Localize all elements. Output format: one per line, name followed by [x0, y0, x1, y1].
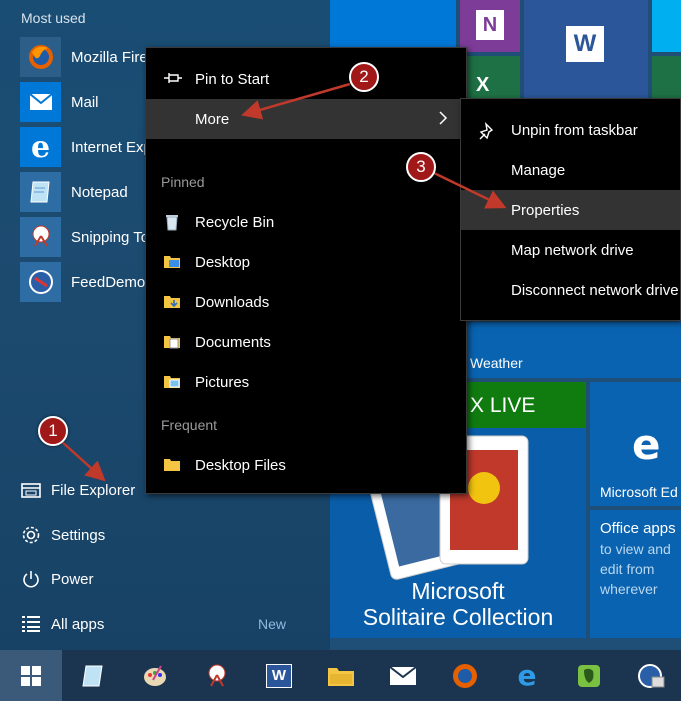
- arrow-2: [241, 82, 351, 120]
- arrow-3: [431, 170, 507, 209]
- annotation-marker-1: 1: [38, 416, 68, 446]
- annotation-arrows: [59, 82, 507, 482]
- annotation-marker-3: 3: [406, 152, 436, 182]
- arrow-1: [59, 439, 106, 482]
- annotation-marker-2: 2: [349, 62, 379, 92]
